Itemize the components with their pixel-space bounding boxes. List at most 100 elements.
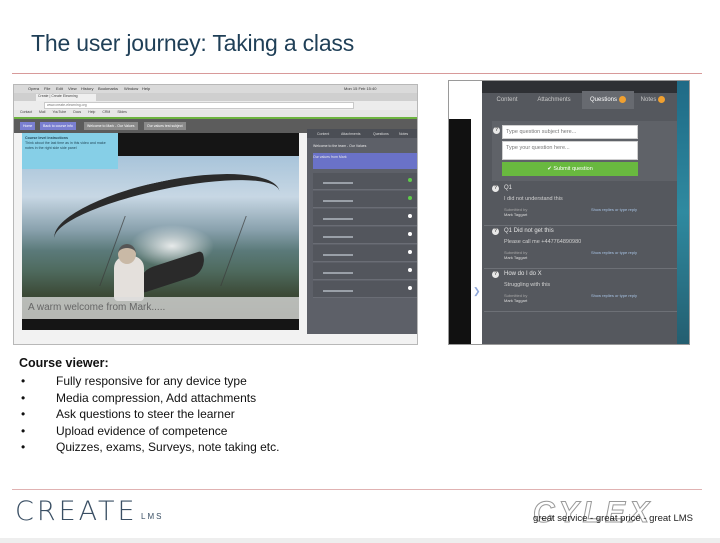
bookmark-item[interactable]: YouTube [52,110,66,114]
side-row[interactable] [313,173,417,190]
question-meta: Submitted by Mark Taggart [504,250,527,260]
menu-clock: Mon 15 Feb 15:40 [344,86,377,91]
side-row[interactable] [313,281,417,298]
bookmark-item[interactable]: Docs [73,110,81,114]
question-subject-input[interactable]: Type question subject here... [502,125,638,139]
bullet-icon: • [21,407,26,422]
row-bar [323,290,353,292]
tab-attachments[interactable]: Attachments [529,91,579,109]
question-author: Mark Taggart [504,298,528,303]
question-body: Struggling with this [504,282,551,288]
title-divider [12,73,702,74]
side-row[interactable] [313,209,417,226]
status-dot [408,178,412,182]
feature-text: Ask questions to steer the learner [56,407,235,422]
chevron-right-icon[interactable]: ❯ [473,286,481,297]
question-body-input[interactable]: Type your question here... [502,141,638,160]
browser-tab[interactable]: Create | Create Elearning [36,94,96,101]
browser-tab-strip: Create | Create Elearning [14,93,417,101]
row-bar [323,218,353,220]
status-dot [408,232,412,236]
feature-text: Quizzes, exams, Surveys, note taking etc… [56,440,280,455]
bullet-icon: • [21,390,26,405]
bullet-icon: • [21,423,26,438]
question-title: How do I do X [504,271,542,277]
tab-notes[interactable]: Notes [635,91,671,109]
paraglider-video[interactable]: A warm welcome from Mark..... [22,156,299,319]
bullet-icon: • [21,374,26,388]
menu-item: Edit [56,86,63,91]
instructions-box: Course level instructions Think about th… [22,133,118,169]
question-meta: Submitted by Mark Taggart [504,207,527,217]
status-dot [408,250,412,254]
question-item[interactable]: ? Q1 Did not get this Please call me +44… [484,226,687,269]
video-stage: A warm welcome from Mark..... Course lev… [22,133,299,330]
help-icon: ? [493,127,500,134]
lms-logo-suffix: LMS [141,512,164,521]
reply-link[interactable]: Show replies or type reply [591,293,637,298]
row-bar [323,200,353,202]
url-field[interactable]: www.create-elearning.org [44,102,354,109]
background-ocean [677,81,689,344]
menu-item: Bookmarks [98,86,119,91]
reply-link[interactable]: Show replies or type reply [591,250,637,255]
row-bar [323,272,353,274]
reply-link[interactable]: Show replies or type reply [591,207,637,212]
question-body: I did not understand this [504,196,563,202]
side-tab-questions[interactable]: Questions [373,132,389,136]
bookmark-item[interactable]: Contact [20,110,32,114]
side-tab-notes[interactable]: Notes [399,132,408,136]
menu-item: Window [124,86,139,91]
tab-content[interactable]: Content [489,91,525,109]
side-tab-attachments[interactable]: Attachments [341,132,360,136]
side-row[interactable] [313,245,417,262]
bookmark-item[interactable]: CRM [102,110,110,114]
side-item-label: Our values from Mark [313,155,347,159]
tab-notes-label: Notes [640,97,657,103]
questions-screenshot: Content Attachments Questions Notes ? Ty… [448,80,690,345]
breadcrumb-subject[interactable]: Our values test subject [144,122,186,130]
notes-count-badge [658,95,666,103]
side-item-active[interactable]: Our values from Mark [313,153,417,169]
bookmark-item[interactable]: Slides [117,110,127,114]
question-item[interactable]: ? How do I do X Struggling with this Sub… [484,269,687,312]
question-author: Mark Taggart [504,212,528,217]
menu-item: File [44,86,51,91]
side-tab-content[interactable]: Content [317,132,329,136]
instructions-text: Think about the last time as in this vid… [25,141,106,150]
video-edge [449,81,482,344]
bookmarks-bar: Contact Mail YouTube Docs Help CRM Slide… [14,110,417,117]
side-row[interactable] [313,263,417,280]
help-icon: ? [492,185,499,192]
help-icon: ? [492,271,499,278]
mac-menu-bar: Opera File Edit View History Bookmarks W… [14,85,417,93]
row-bar [323,182,353,184]
submit-question-button[interactable]: ✔ Submit question [502,162,638,176]
side-heading: Welcome to the team - Our Values [313,144,367,148]
menu-item: Opera [28,86,40,91]
feature-text: Fully responsive for any device type [56,374,247,388]
question-body: Please call me +447764890980 [504,239,582,245]
pilot-head [118,244,136,264]
status-dot [408,214,412,218]
bookmark-item[interactable]: Help [88,110,95,114]
side-row[interactable] [313,227,417,244]
breadcrumb-lesson[interactable]: Welcome to Mark - Our Values [84,122,138,130]
questions-count-badge [619,95,626,103]
video-caption: A warm welcome from Mark..... [28,302,166,313]
home-button[interactable]: Home [20,122,36,130]
course-viewer-screenshot: Opera File Edit View History Bookmarks W… [13,84,418,345]
tab-questions[interactable]: Questions [582,91,634,109]
status-dot [408,286,412,290]
back-to-course-button[interactable]: Back to course info [40,122,76,130]
section-heading: Course viewer: [19,356,109,370]
status-dot [408,196,412,200]
question-item[interactable]: ? Q1 I did not understand this Submitted… [484,183,687,226]
question-title: Q1 [504,185,513,191]
footer-tagline: great service - great price - great LMS [533,513,693,524]
side-tabs: Content Attachments Questions Notes [307,129,417,138]
bookmark-item[interactable]: Mail [39,110,45,114]
question-title: Q1 Did not get this [504,228,554,234]
menu-item: Help [142,86,151,91]
side-row[interactable] [313,191,417,208]
